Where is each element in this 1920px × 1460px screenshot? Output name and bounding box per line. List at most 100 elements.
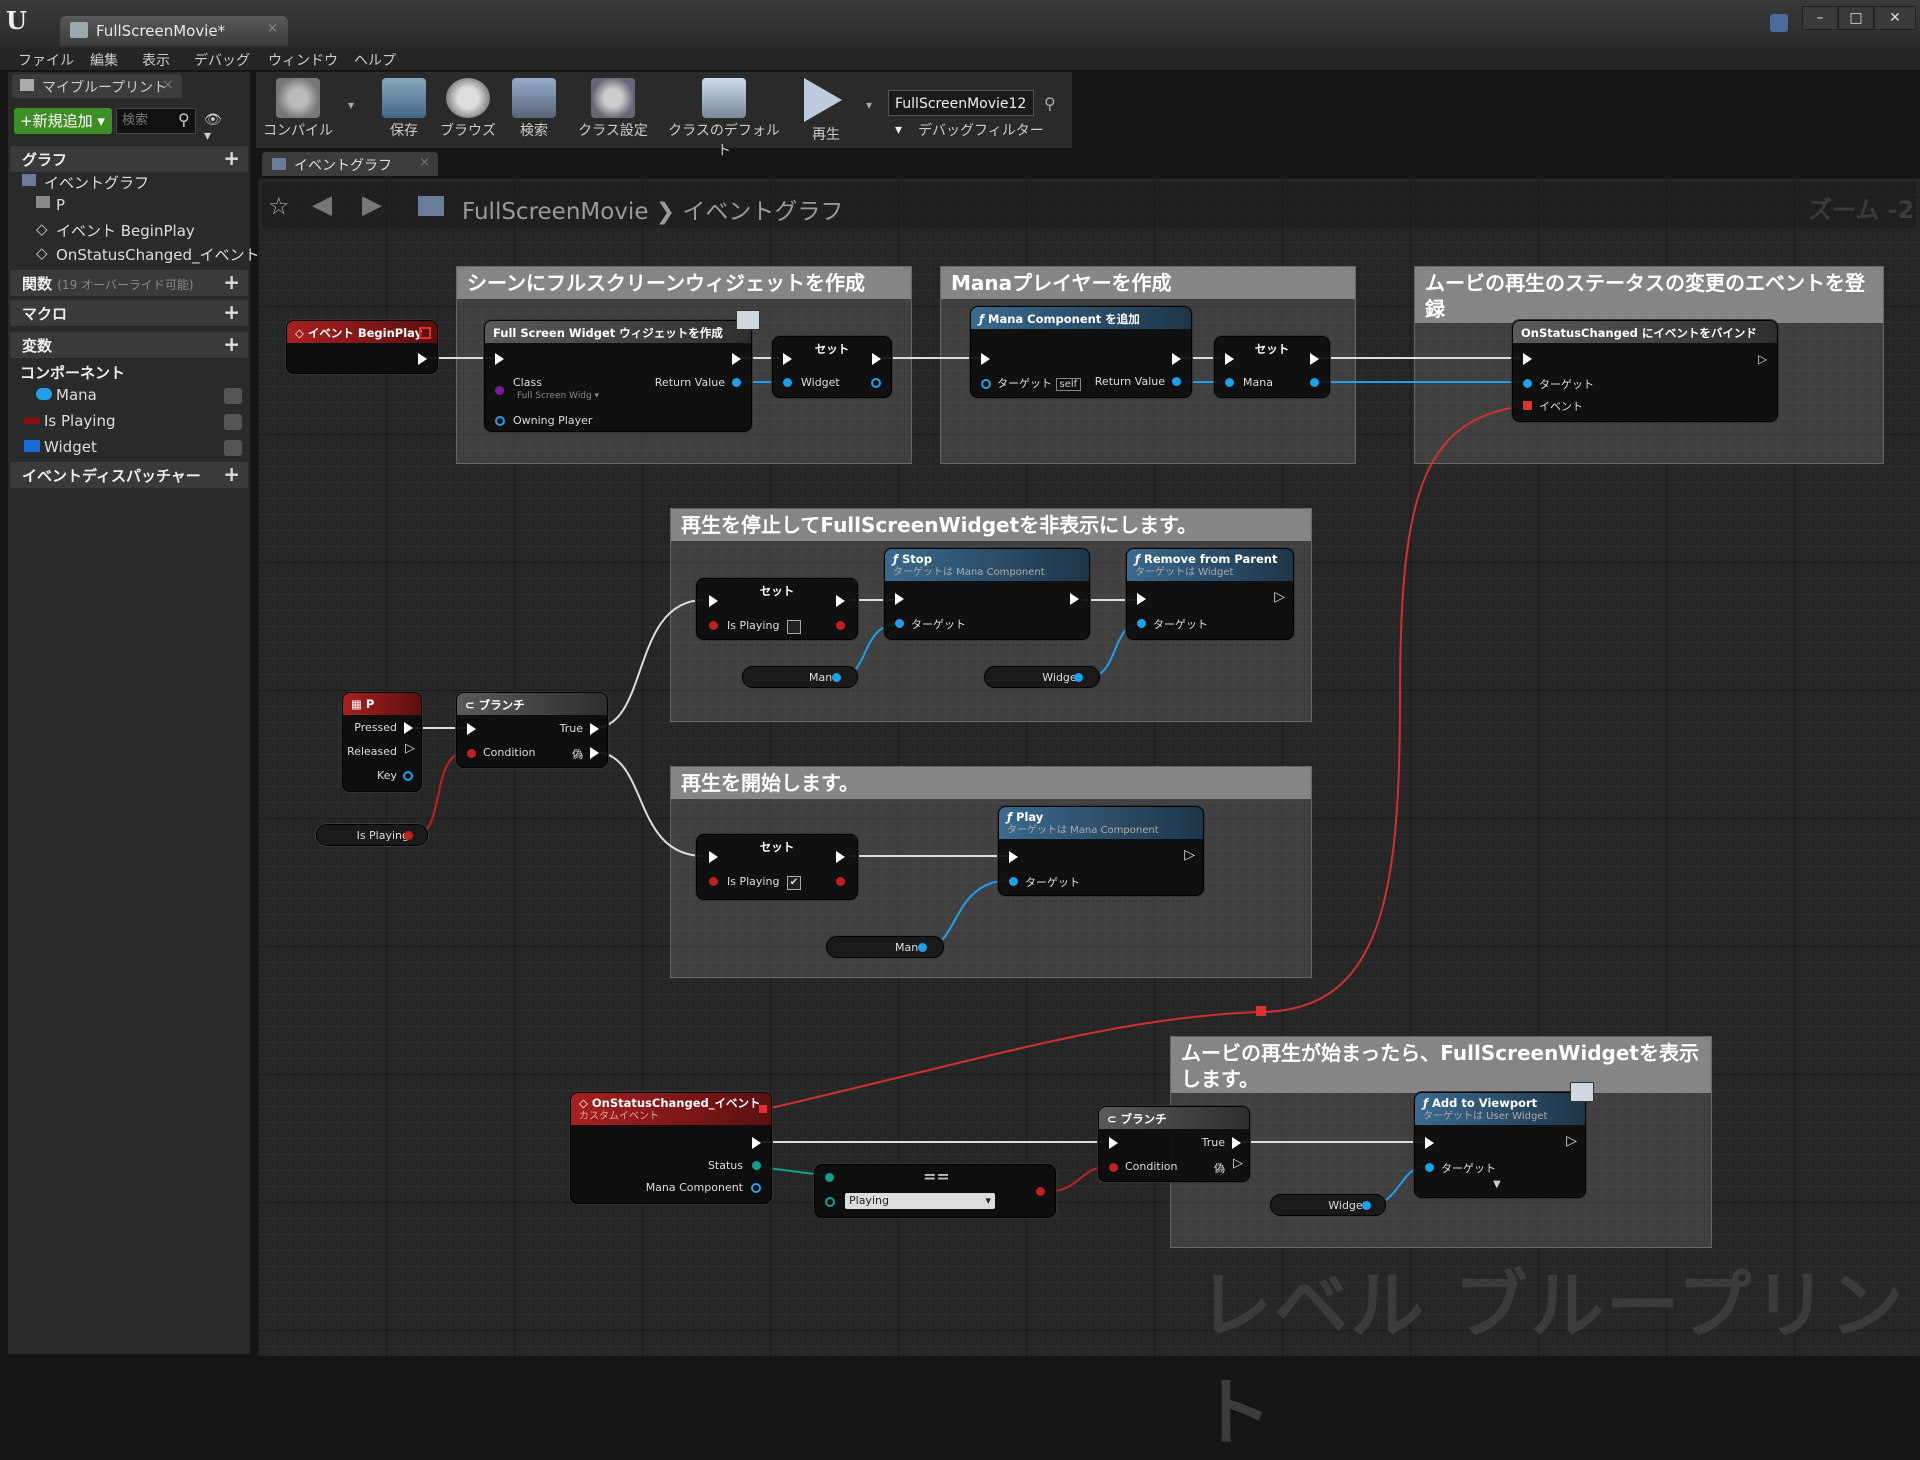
exec-out-pin[interactable]	[872, 353, 881, 365]
class-select[interactable]: Full Screen Widg ▾	[517, 391, 599, 401]
is-playing-checkbox[interactable]	[787, 620, 801, 634]
node-set-is-playing-true[interactable]: セット Is Playing ✔	[696, 834, 858, 900]
exec-in-pin[interactable]	[981, 353, 990, 365]
exec-in-pin[interactable]	[1137, 593, 1146, 605]
node-subtitle: ターゲットは User Widget	[1423, 1111, 1548, 1122]
pressed-exec-pin[interactable]	[404, 722, 413, 734]
mana-out-pin[interactable]	[832, 673, 841, 682]
exec-in-pin[interactable]	[1109, 1137, 1118, 1149]
status-label: Status	[707, 1159, 743, 1172]
true-exec-pin[interactable]	[1232, 1137, 1241, 1149]
node-branch-1[interactable]: ⊂ ブランチ True Condition 偽	[456, 692, 608, 768]
is-playing-out-pin[interactable]	[836, 621, 845, 630]
mana-out-pin[interactable]	[1310, 378, 1319, 387]
condition-pin[interactable]	[467, 749, 476, 758]
is-playing-in-pin[interactable]	[709, 877, 718, 886]
target-pin-label: ターゲット	[997, 377, 1052, 390]
enum-a-pin[interactable]	[825, 1173, 834, 1182]
node-title: ⊂ ブランチ	[457, 693, 607, 715]
node-event-begin-play[interactable]: ◇ イベント BeginPlay	[286, 320, 438, 374]
is-playing-pin-label: Is Playing	[727, 619, 780, 632]
return-value-pin[interactable]	[732, 378, 741, 387]
is-playing-in-pin[interactable]	[709, 621, 718, 630]
condition-pin[interactable]	[1109, 1163, 1118, 1172]
event-delegate-pin[interactable]	[1523, 401, 1532, 410]
target-pin[interactable]	[1009, 877, 1018, 886]
is-playing-out-pin[interactable]	[836, 877, 845, 886]
key-pin[interactable]	[403, 771, 413, 781]
node-on-status-changed-event[interactable]: ◇ OnStatusChanged_イベント カスタムイベント Status Ma…	[570, 1092, 772, 1204]
delegate-pin[interactable]	[759, 1105, 767, 1113]
owning-player-pin[interactable]	[495, 416, 505, 426]
node-bind-on-status-changed[interactable]: OnStatusChanged にイベントをバインド ▷ ターゲット イベント	[1512, 320, 1778, 422]
target-pin[interactable]	[1523, 379, 1532, 388]
mana-component-pin[interactable]	[751, 1183, 761, 1193]
false-exec-pin[interactable]: ▷	[1233, 1156, 1243, 1171]
class-pin[interactable]	[495, 386, 504, 395]
exec-in-pin[interactable]	[709, 851, 718, 863]
exec-in-pin[interactable]	[495, 353, 504, 365]
target-pin[interactable]	[1137, 619, 1146, 628]
mana-out-pin[interactable]	[918, 943, 927, 952]
exec-out-pin[interactable]	[418, 353, 427, 365]
mana-in-pin[interactable]	[1225, 378, 1234, 387]
widget-out-pin[interactable]	[1074, 673, 1083, 682]
released-exec-pin[interactable]: ▷	[405, 741, 415, 756]
widget-out-pin[interactable]	[1362, 1201, 1371, 1210]
target-pin[interactable]	[981, 379, 991, 389]
node-set-is-playing-false[interactable]: セット Is Playing	[696, 578, 858, 640]
node-set-widget[interactable]: セット Widget	[772, 336, 892, 398]
expand-chevron-icon[interactable]: ▼	[1493, 1179, 1501, 1190]
target-pin[interactable]	[895, 619, 904, 628]
exec-in-pin[interactable]	[1225, 353, 1234, 365]
node-equal-enum[interactable]: == Playing ▾	[814, 1164, 1056, 1218]
mana-component-label: Mana Component	[645, 1181, 743, 1194]
node-remove-from-parent[interactable]: ƒ Remove from Parent ターゲットは Widget ▷ ターゲッ…	[1126, 548, 1294, 640]
exec-in-pin[interactable]	[1009, 851, 1018, 863]
exec-out-pin[interactable]: ▷	[1566, 1133, 1577, 1149]
node-add-mana-component[interactable]: ƒ Mana Component を追加 ターゲット self Return V…	[970, 306, 1192, 398]
exec-out-pin[interactable]: ▷	[1274, 589, 1285, 605]
exec-in-pin[interactable]	[709, 595, 718, 607]
node-title-text: Add to Viewport	[1432, 1096, 1538, 1110]
widget-in-pin[interactable]	[783, 378, 792, 387]
node-stop[interactable]: ƒ Stop ターゲットは Mana Component ターゲット	[884, 548, 1090, 640]
node-add-to-viewport[interactable]: ƒ Add to Viewport ターゲットは User Widget ▷ ター…	[1414, 1092, 1586, 1198]
exec-in-pin[interactable]	[783, 353, 792, 365]
delegate-pin[interactable]	[419, 327, 431, 339]
exec-out-pin[interactable]	[752, 1137, 761, 1149]
false-exec-pin[interactable]	[590, 747, 599, 759]
node-subtitle: ターゲットは Widget	[1135, 567, 1234, 578]
owning-player-label: Owning Player	[513, 414, 593, 427]
exec-out-pin[interactable]: ▷	[1758, 353, 1767, 365]
exec-out-pin[interactable]	[1172, 353, 1181, 365]
node-set-mana[interactable]: セット Mana	[1214, 336, 1330, 398]
widget-out-pin[interactable]	[871, 378, 881, 388]
exec-out-pin[interactable]: ▷	[1184, 847, 1195, 863]
node-create-widget[interactable]: Full Screen Widget ウィジェットを作成 Class Full …	[484, 320, 752, 432]
node-key-p[interactable]: ▦ P Pressed Released ▷ Key	[342, 692, 422, 792]
target-pin[interactable]	[1425, 1163, 1434, 1172]
exec-in-pin[interactable]	[467, 723, 476, 735]
status-pin[interactable]	[752, 1161, 761, 1170]
node-branch-2[interactable]: ⊂ ブランチ True Condition 偽 ▷	[1098, 1106, 1250, 1182]
monitor-icon	[736, 310, 760, 330]
exec-in-pin[interactable]	[1523, 353, 1532, 365]
is-playing-checkbox[interactable]: ✔	[787, 876, 801, 890]
return-value-pin[interactable]	[1172, 377, 1181, 386]
exec-out-pin[interactable]	[1070, 593, 1079, 605]
result-pin[interactable]	[1036, 1187, 1045, 1196]
exec-in-pin[interactable]	[1425, 1137, 1434, 1149]
return-value-label: Return Value	[1094, 375, 1165, 388]
exec-out-pin[interactable]	[836, 595, 845, 607]
enum-b-pin[interactable]	[825, 1197, 835, 1207]
node-play[interactable]: ƒ Play ターゲットは Mana Component ▷ ターゲット	[998, 806, 1204, 896]
node-title: ◇ OnStatusChanged_イベント カスタムイベント	[571, 1093, 771, 1125]
true-exec-pin[interactable]	[590, 723, 599, 735]
is-playing-out-pin[interactable]	[404, 831, 413, 840]
enum-value-select[interactable]: Playing ▾	[845, 1193, 995, 1209]
exec-in-pin[interactable]	[895, 593, 904, 605]
exec-out-pin[interactable]	[732, 353, 741, 365]
exec-out-pin[interactable]	[836, 851, 845, 863]
exec-out-pin[interactable]	[1310, 353, 1319, 365]
